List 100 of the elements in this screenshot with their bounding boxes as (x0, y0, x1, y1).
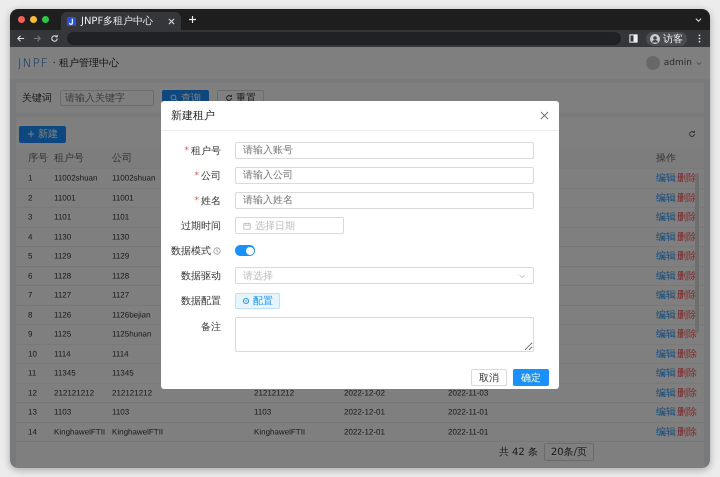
edit-link[interactable]: 编辑 (656, 346, 676, 361)
edit-link[interactable]: 编辑 (656, 171, 676, 186)
table-cell: 10 (28, 349, 37, 358)
edit-link[interactable]: 编辑 (656, 405, 676, 420)
table-cell: 1128 (112, 271, 130, 280)
tab-list-icon[interactable] (695, 16, 702, 23)
table-cell: 1101 (54, 212, 72, 222)
keyword-label: 关键词 (22, 92, 52, 105)
logo: JNPF (18, 56, 49, 70)
delete-link[interactable]: 删除 (677, 327, 697, 342)
edit-link[interactable]: 编辑 (656, 366, 676, 380)
table-cell: 1 (28, 174, 32, 183)
edit-link[interactable]: 编辑 (656, 386, 676, 400)
table-cell: 212121212 (112, 388, 152, 398)
table-cell: 2022-11-01 (448, 427, 488, 436)
required-mark: * (184, 146, 189, 156)
table-cell: 1101 (112, 212, 130, 222)
required-mark: * (194, 170, 199, 180)
table-cell: 6 (28, 271, 32, 280)
delete-link[interactable]: 删除 (677, 386, 697, 400)
keyword-field[interactable]: 请输入关键字 (60, 90, 154, 106)
confirm-button[interactable]: 确定 (513, 369, 549, 386)
edit-link[interactable]: 编辑 (656, 308, 676, 322)
maximize-window-button[interactable] (42, 16, 49, 23)
profile-button[interactable]: 访客 (646, 32, 687, 46)
table-cell: 9 (28, 330, 32, 339)
toggle-switch[interactable] (235, 245, 255, 256)
table-cell: 1126 (54, 310, 72, 320)
table-cell: KinghawelFTII (254, 427, 306, 436)
edit-link[interactable]: 编辑 (656, 230, 676, 244)
table-cell: 2022-12-01 (344, 427, 385, 436)
reload-icon[interactable] (50, 34, 59, 43)
edit-link[interactable]: 编辑 (656, 190, 676, 205)
user-menu[interactable]: admin (664, 58, 692, 68)
cancel-button[interactable]: 取消 (471, 369, 507, 386)
config-button[interactable]: 配置 (235, 292, 280, 308)
edit-link[interactable]: 编辑 (656, 210, 676, 224)
table-cell: 1127 (112, 290, 130, 300)
new-tab-icon[interactable] (189, 16, 196, 23)
table-cell: 1129 (54, 252, 72, 261)
side-panel-icon[interactable] (629, 34, 638, 43)
edit-link[interactable]: 编辑 (656, 424, 676, 439)
page-size-select[interactable]: 20条/页 (544, 443, 594, 461)
table-cell: 2022-12-01 (344, 408, 385, 417)
table-cell: 11001 (112, 193, 134, 202)
delete-link[interactable]: 删除 (677, 346, 697, 361)
required-mark: * (194, 196, 199, 206)
refresh-icon[interactable] (688, 130, 696, 138)
text-field[interactable]: 请输入公司 (235, 167, 534, 184)
total-count: 共 42 条 (498, 446, 538, 459)
field-label: 数据模式 (171, 244, 211, 258)
edit-link[interactable]: 编辑 (656, 268, 676, 283)
column-header: 租户号 (54, 152, 84, 164)
table-cell: 1103 (54, 408, 72, 417)
select-field[interactable]: 请选择 (235, 267, 534, 284)
close-icon[interactable] (540, 111, 549, 120)
table-cell: 1130 (54, 232, 72, 242)
table-cell: 2022-11-01 (448, 408, 488, 417)
browser-tab[interactable]: JNPF多租户中心 (61, 12, 181, 30)
table-cell: 11345 (112, 368, 134, 378)
column-header: 公司 (112, 152, 132, 164)
text-field[interactable]: 请输入姓名 (235, 192, 534, 209)
table-cell: 12 (28, 388, 37, 398)
table-cell: 13 (28, 408, 37, 417)
edit-link[interactable]: 编辑 (656, 249, 676, 264)
new-button[interactable]: 新建 (19, 126, 66, 142)
table-cell: 3 (28, 212, 32, 222)
field-label: 公司 (201, 170, 221, 182)
table-cell: 2022-12-02 (344, 388, 385, 398)
table-cell: 11001 (54, 193, 76, 202)
table-cell: 1127 (54, 290, 72, 300)
remark-field[interactable] (235, 317, 534, 352)
table-cell: 8 (28, 310, 32, 320)
reset-icon (225, 94, 233, 102)
minimize-window-button[interactable] (30, 16, 37, 23)
close-tab-icon[interactable] (168, 18, 175, 24)
delete-link[interactable]: 删除 (677, 405, 697, 420)
table-cell: 1130 (112, 232, 130, 242)
table-cell: 1126bejian (112, 310, 151, 320)
edit-link[interactable]: 编辑 (656, 288, 676, 302)
table-cell: 11 (28, 368, 36, 378)
table-cell: KinghawelFTII (112, 427, 164, 436)
date-field[interactable]: 选择日期 (235, 217, 344, 234)
text-field[interactable]: 请输入账号 (235, 142, 534, 159)
table-cell: 2 (28, 193, 32, 202)
table-cell: 7 (28, 290, 32, 300)
table-cell: 1103 (254, 408, 272, 417)
back-icon[interactable] (16, 34, 25, 43)
field-label: 姓名 (201, 194, 221, 208)
field-label: 过期时间 (181, 220, 221, 232)
table-cell: 1125hunan (112, 330, 152, 339)
table-cell: 11002shuan (54, 174, 98, 183)
table-cell: 212121212 (54, 388, 94, 398)
close-window-button[interactable] (18, 16, 25, 23)
delete-link[interactable]: 删除 (677, 366, 697, 380)
table-cell: 1114 (112, 349, 129, 358)
forward-icon[interactable] (33, 34, 42, 43)
delete-link[interactable]: 删除 (677, 424, 697, 439)
table-cell: 1103 (112, 408, 130, 417)
edit-link[interactable]: 编辑 (656, 327, 676, 342)
